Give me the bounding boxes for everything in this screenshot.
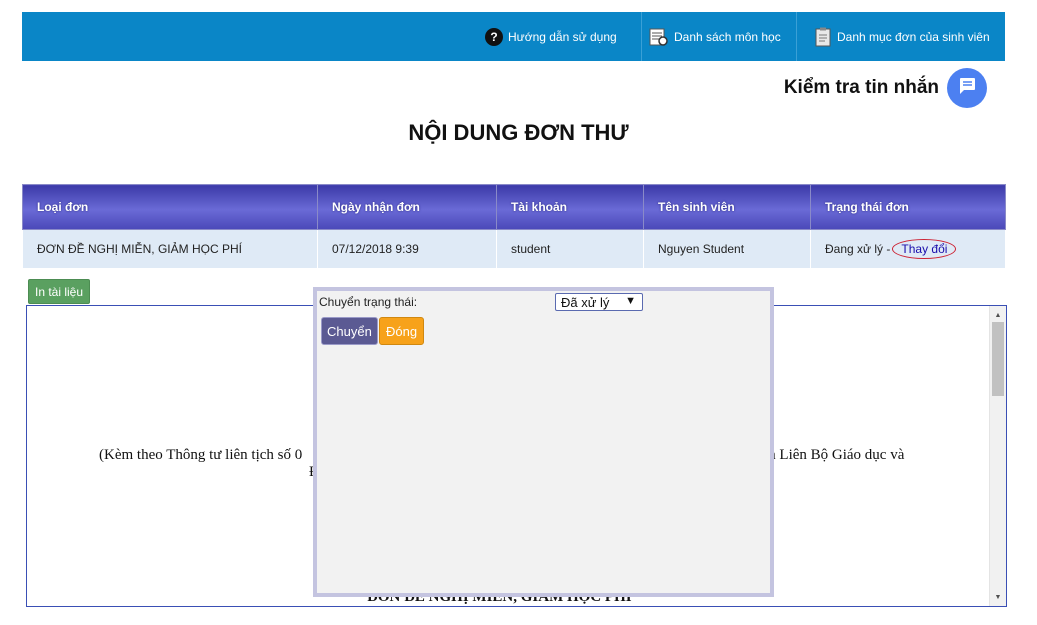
nav-guide-label: Hướng dẫn sử dụng — [508, 29, 617, 44]
chevron-down-icon: ▼ — [625, 295, 636, 307]
svg-text:?: ? — [490, 30, 497, 44]
message-check: Kiểm tra tin nhắn — [784, 68, 987, 108]
column-header: Tên sinh viên — [643, 184, 811, 230]
page-title: NỘI DUNG ĐƠN THƯ — [408, 120, 629, 145]
scroll-down-icon[interactable]: ▼ — [990, 590, 1006, 604]
print-document-button[interactable]: In tài liệu — [28, 279, 91, 304]
table-row: ĐƠN ĐỀ NGHỊ MIỄN, GIẢM HỌC PHÍ 07/12/201… — [22, 229, 1006, 269]
help-icon: ? — [485, 27, 503, 46]
nav-divider — [641, 12, 642, 61]
chat-icon — [957, 76, 977, 101]
top-navbar: ? Hướng dẫn sử dụng Danh sách môn học Da… — [22, 12, 1005, 61]
request-type-cell: ĐƠN ĐỀ NGHỊ MIỄN, GIẢM HỌC PHÍ — [22, 229, 318, 269]
move-button[interactable]: Chuyển — [321, 317, 378, 345]
clipboard-icon — [814, 27, 832, 47]
status-text: Đang xử lý - — [825, 242, 891, 256]
nav-courses[interactable]: Danh sách môn học — [649, 12, 781, 61]
status-cell: Đang xử lý - Thay đổi — [810, 229, 1006, 269]
scroll-thumb[interactable] — [992, 322, 1004, 396]
change-status-dialog: Chuyển trạng thái: Đã xử lý ▼ Chuyển Đón… — [313, 287, 774, 597]
nav-guide[interactable]: ? Hướng dẫn sử dụng — [485, 12, 617, 61]
table-header-row: Loại đơn Ngày nhận đơn Tài khoản Tên sin… — [22, 184, 1006, 230]
column-header: Ngày nhận đơn — [317, 184, 497, 230]
nav-requests[interactable]: Danh mục đơn của sinh viên — [814, 12, 990, 61]
message-check-label: Kiểm tra tin nhắn — [783, 77, 939, 98]
nav-requests-label: Danh mục đơn của sinh viên — [837, 29, 990, 44]
document-text-left: (Kèm theo Thông tư liên tịch số 0 — [99, 447, 303, 463]
status-select[interactable]: Đã xử lý ▼ — [555, 293, 643, 311]
scroll-up-icon[interactable]: ▲ — [990, 308, 1006, 322]
request-table: Loại đơn Ngày nhận đơn Tài khoản Tên sin… — [22, 184, 1006, 269]
chat-button[interactable] — [947, 68, 987, 108]
change-status-label: Chuyển trạng thái: — [319, 295, 418, 309]
student-name-cell: Nguyen Student — [643, 229, 811, 269]
column-header: Trạng thái đơn — [810, 184, 1006, 230]
nav-divider — [796, 12, 797, 61]
course-list-icon — [649, 27, 669, 47]
column-header: Tài khoản — [496, 184, 644, 230]
status-select-value: Đã xử lý — [561, 294, 610, 310]
document-scrollbar[interactable]: ▲ ▼ — [989, 306, 1006, 606]
change-status-link[interactable]: Thay đổi — [892, 239, 957, 259]
document-text-right: a Liên Bộ Giáo dục và — [769, 447, 905, 463]
nav-courses-label: Danh sách môn học — [674, 29, 781, 44]
account-cell: student — [496, 229, 644, 269]
received-date-cell: 07/12/2018 9:39 — [317, 229, 497, 269]
column-header: Loại đơn — [22, 184, 318, 230]
close-button[interactable]: Đóng — [379, 317, 425, 345]
